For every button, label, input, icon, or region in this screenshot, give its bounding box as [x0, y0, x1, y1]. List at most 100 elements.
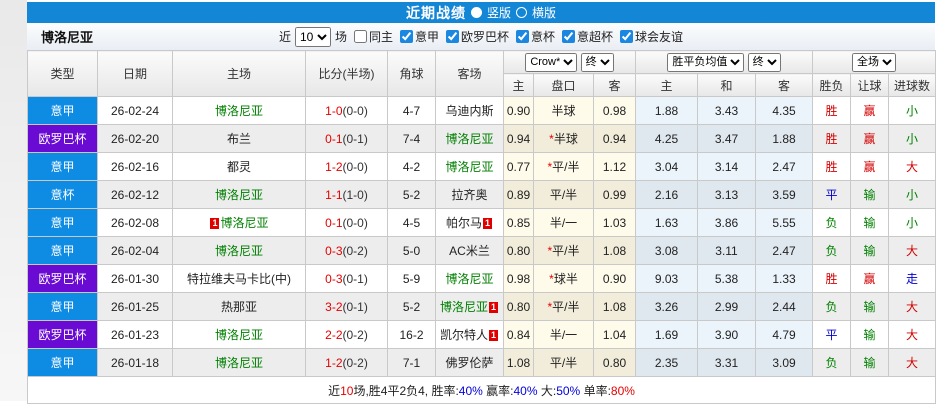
league-checkbox-coppa[interactable]: [516, 30, 529, 43]
avg-draw-odds-cell: 3.31: [698, 349, 756, 377]
result-cell: 负: [813, 209, 851, 237]
avg-draw-odds-cell: 3.90: [698, 321, 756, 349]
handicap-away-odds-cell: 0.94: [594, 125, 636, 153]
result-cell: 胜: [813, 153, 851, 181]
away-team-cell: 帕尔马1: [436, 209, 504, 237]
goals-result-cell: 大: [889, 293, 936, 321]
avg-home-odds-cell: 9.03: [636, 265, 698, 293]
handicap-line-cell: *球半: [534, 265, 594, 293]
avg-home-odds-cell: 1.88: [636, 97, 698, 125]
vertical-layout-label[interactable]: 竖版: [487, 4, 511, 21]
handicap-result-cell: 赢: [851, 125, 889, 153]
handicap-line: 平/半: [552, 300, 579, 314]
away-team-name: 博洛尼亚: [445, 132, 493, 146]
goals-result-cell: 大: [889, 153, 936, 181]
bookmaker-select[interactable]: Crow*: [525, 53, 577, 72]
match-count-select[interactable]: 10: [295, 27, 331, 47]
handicap-line: 半球: [554, 132, 578, 146]
subheader-avg-draw: 和: [698, 74, 756, 97]
result-cell: 负: [813, 293, 851, 321]
avg-home-odds-cell: 3.04: [636, 153, 698, 181]
subheader-handicap-result: 让球: [851, 74, 889, 97]
match-row: 意甲26-02-081博洛尼亚0-1(0-0)4-5帕尔马10.85半/一1.0…: [28, 209, 936, 237]
fulltime-score: 3-2: [325, 300, 342, 314]
same-home-checkbox[interactable]: [354, 30, 367, 43]
score-cell: 3-2(0-1): [306, 293, 388, 321]
summary-segment: 40%: [514, 384, 538, 398]
away-team-name: 乌迪内斯: [445, 104, 493, 118]
league-label-europa[interactable]: 欧罗巴杯: [461, 28, 509, 45]
away-team-name: 拉齐奥: [451, 188, 487, 202]
home-team-cell: 布兰: [173, 125, 306, 153]
fulltime-score: 1-2: [325, 160, 342, 174]
red-card-badge: 1: [210, 218, 219, 229]
handicap-line-cell: *平/半: [534, 237, 594, 265]
same-home-label[interactable]: 同主: [369, 28, 393, 45]
league-type-cell: 意甲: [28, 293, 98, 321]
handicap-away-odds-cell: 1.08: [594, 293, 636, 321]
team-name: 博洛尼亚: [41, 27, 93, 46]
handicap-away-odds-cell: 1.12: [594, 153, 636, 181]
match-row: 意杯26-02-12博洛尼亚1-1(1-0)5-2拉齐奥0.89平/半0.992…: [28, 181, 936, 209]
home-team-name: 博洛尼亚: [215, 188, 263, 202]
handicap-home-odds-cell: 0.77: [504, 153, 534, 181]
home-team-cell: 博洛尼亚: [173, 321, 306, 349]
handicap-line: 半球: [551, 104, 575, 118]
avg-draw-odds-cell: 3.86: [698, 209, 756, 237]
league-label-coppa[interactable]: 意杯: [531, 28, 555, 45]
avg-away-odds-cell: 2.47: [756, 153, 813, 181]
league-checkbox-friendly[interactable]: [620, 30, 633, 43]
league-checkbox-supercup[interactable]: [562, 30, 575, 43]
handicap-time-select[interactable]: 终: [581, 53, 614, 72]
horizontal-layout-radio[interactable]: [516, 7, 527, 18]
handicap-home-odds-cell: 1.08: [504, 349, 534, 377]
goals-result-cell: 走: [889, 265, 936, 293]
fullmatch-select[interactable]: 全场: [852, 53, 896, 72]
corners-cell: 7-4: [388, 125, 436, 153]
match-row: 意甲26-02-16都灵1-2(0-0)4-2博洛尼亚0.77*平/半1.123…: [28, 153, 936, 181]
handicap-line: 平/半: [552, 160, 579, 174]
handicap-line: 平/半: [552, 244, 579, 258]
avg-home-odds-cell: 3.26: [636, 293, 698, 321]
filters: 近 10 场 同主 意甲 欧罗巴杯 意杯 意超杯 球会友谊: [279, 27, 683, 47]
score-cell: 0-1(0-0): [306, 209, 388, 237]
corners-cell: 5-9: [388, 265, 436, 293]
home-team-name: 博洛尼亚: [215, 328, 263, 342]
league-checkbox-serie-a[interactable]: [400, 30, 413, 43]
halftime-score: (0-2): [343, 356, 368, 370]
home-team-name: 博洛尼亚: [215, 104, 263, 118]
corners-cell: 7-1: [388, 349, 436, 377]
handicap-home-odds-cell: 0.80: [504, 293, 534, 321]
date-cell: 26-01-30: [98, 265, 173, 293]
handicap-line: 平/半: [550, 356, 577, 370]
result-cell: 负: [813, 349, 851, 377]
league-label-serie-a[interactable]: 意甲: [415, 28, 439, 45]
home-team-cell: 博洛尼亚: [173, 237, 306, 265]
vertical-layout-radio[interactable]: [471, 7, 482, 18]
league-type-cell: 意杯: [28, 181, 98, 209]
handicap-line-cell: 半/一: [534, 321, 594, 349]
league-type-cell: 欧罗巴杯: [28, 321, 98, 349]
handicap-line-cell: 平/半: [534, 181, 594, 209]
handicap-home-odds-cell: 0.80: [504, 237, 534, 265]
league-checkbox-europa[interactable]: [446, 30, 459, 43]
away-team-cell: 乌迪内斯: [436, 97, 504, 125]
avg-draw-odds-cell: 3.47: [698, 125, 756, 153]
away-team-name: AC米兰: [449, 244, 490, 258]
date-cell: 26-01-25: [98, 293, 173, 321]
avg-odds-select[interactable]: 胜平负均值: [667, 53, 744, 72]
halftime-score: (0-1): [343, 272, 368, 286]
league-type-cell: 意甲: [28, 153, 98, 181]
away-team-cell: 博洛尼亚1: [436, 293, 504, 321]
league-label-supercup[interactable]: 意超杯: [577, 28, 613, 45]
fulltime-score: 1-0: [325, 104, 342, 118]
horizontal-layout-label[interactable]: 横版: [532, 4, 556, 21]
league-label-friendly[interactable]: 球会友谊: [635, 28, 683, 45]
away-team-name: 博洛尼亚: [445, 272, 493, 286]
halftime-score: (0-1): [343, 132, 368, 146]
goals-result-cell: 大: [889, 237, 936, 265]
handicap-home-odds-cell: 0.98: [504, 265, 534, 293]
score-cell: 2-2(0-2): [306, 321, 388, 349]
avg-time-select[interactable]: 终: [748, 53, 781, 72]
results-tbody: 意甲26-02-24博洛尼亚1-0(0-0)4-7乌迪内斯0.90半球0.981…: [28, 97, 936, 377]
